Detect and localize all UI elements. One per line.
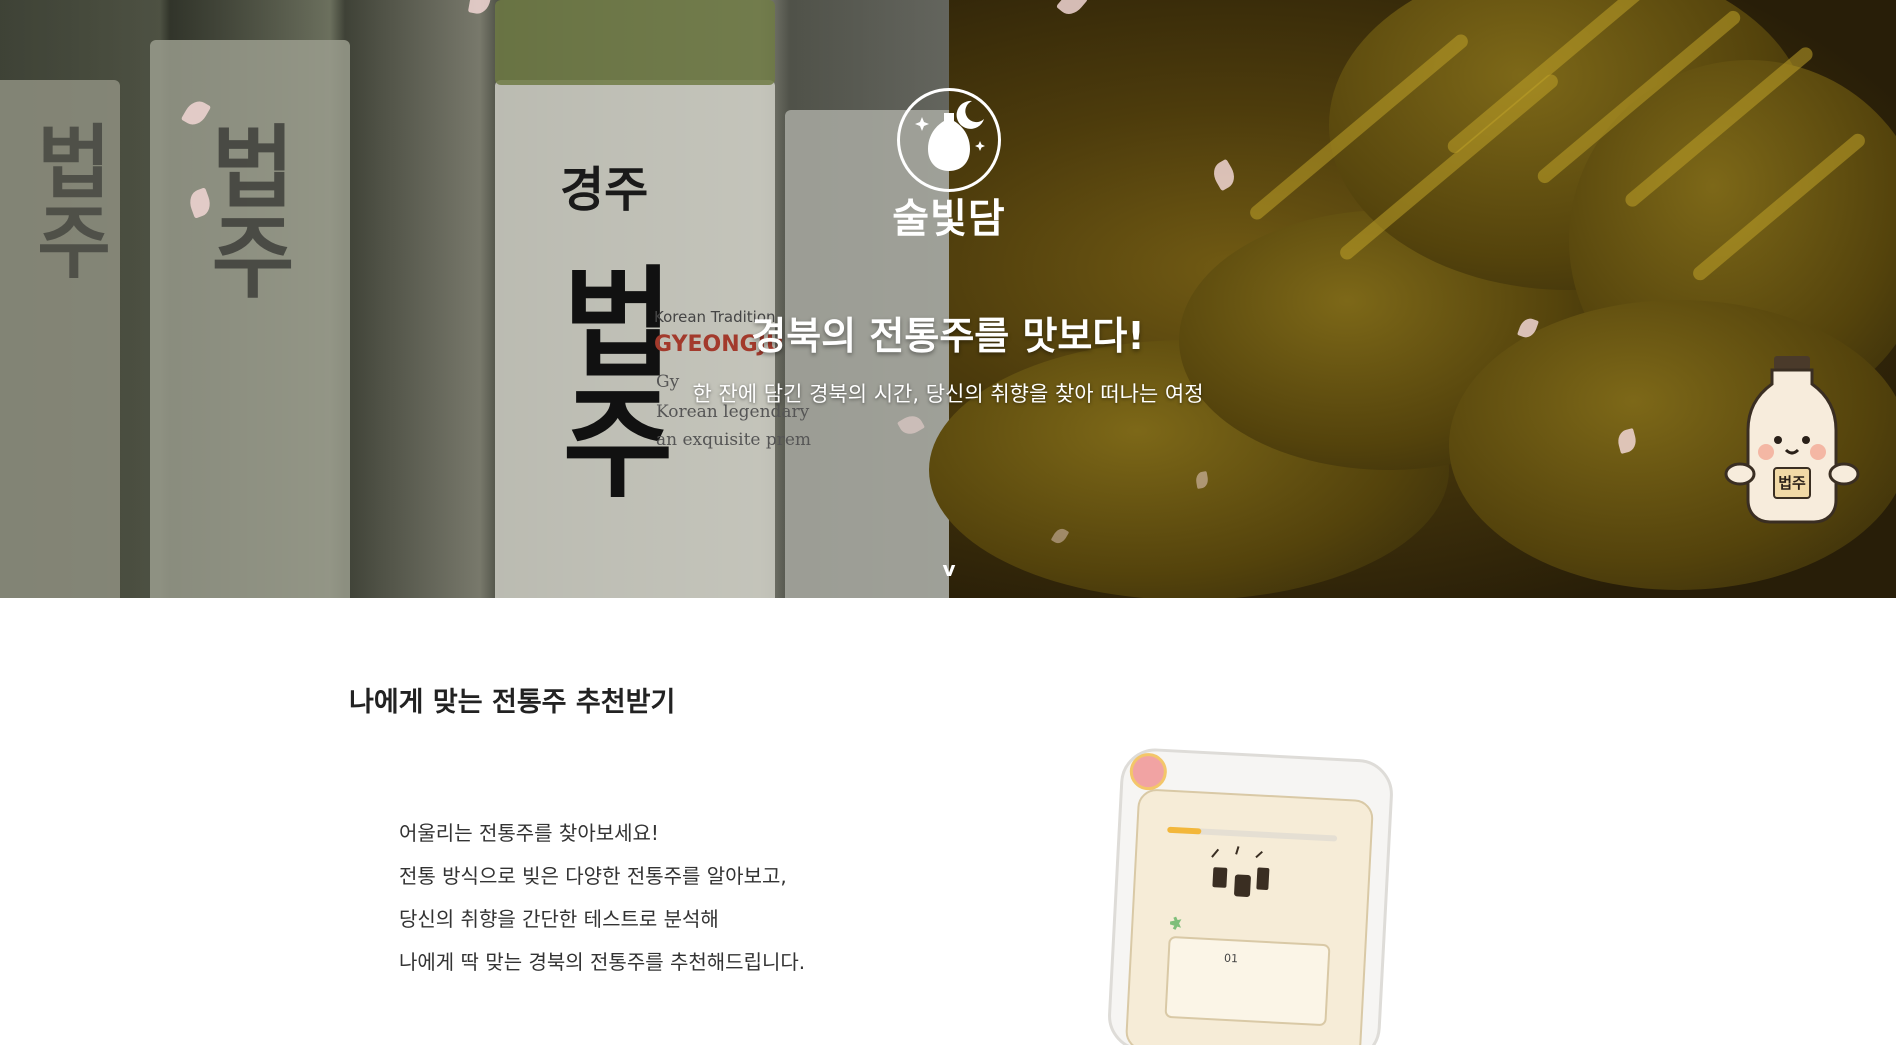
description-line: 어울리는 전통주를 찾아보세요! bbox=[399, 821, 659, 845]
recommend-section-title: 나에게 맞는 전통주 추천받기 bbox=[349, 687, 676, 718]
recommend-description: 어울리는 전통주를 찾아보세요! 전통 방식으로 빚은 다양한 전통주를 알아보… bbox=[399, 812, 805, 984]
hero-subtitle: 한 잔에 담긴 경북의 시간, 당신의 취향을 찾아 떠나는 여정 bbox=[692, 382, 1204, 406]
description-line: 나에게 딱 맞는 경북의 전통주를 추천해드립니다. bbox=[399, 950, 806, 974]
hero-title: 경북의 전통주를 맛보다! bbox=[751, 314, 1145, 358]
quiz-phone-preview[interactable]: 01 bbox=[1088, 745, 1408, 1049]
bottle-label-line: an exquisite prem bbox=[656, 430, 812, 450]
scroll-down-chevron-icon[interactable]: v bbox=[938, 558, 960, 580]
logo-emblem-icon bbox=[897, 88, 1001, 192]
brand-logo[interactable]: 술빛담 bbox=[888, 88, 1010, 244]
mascot-label: 법주 bbox=[1778, 474, 1806, 492]
mascot-bottle-character[interactable]: 법주 bbox=[1722, 356, 1862, 536]
hero-banner: 경주 법주 Korean Tradition GYEONGJU Gy Korea… bbox=[0, 0, 1896, 598]
description-line: 당신의 취향을 간단한 테스트로 분석해 bbox=[399, 907, 719, 931]
bottle-label-hangul-top: 경주 bbox=[560, 162, 649, 218]
description-line: 전통 방식으로 빚은 다양한 전통주를 알아보고, bbox=[399, 864, 787, 888]
blurred-hangul: 법주 bbox=[21, 120, 115, 280]
hero-bottles-photo: 경주 법주 Korean Tradition GYEONGJU Gy Korea… bbox=[0, 0, 955, 598]
bottle-neck bbox=[495, 0, 775, 85]
quiz-question-number: 01 bbox=[1223, 951, 1239, 966]
logo-wordmark: 술빛담 bbox=[892, 196, 1006, 242]
